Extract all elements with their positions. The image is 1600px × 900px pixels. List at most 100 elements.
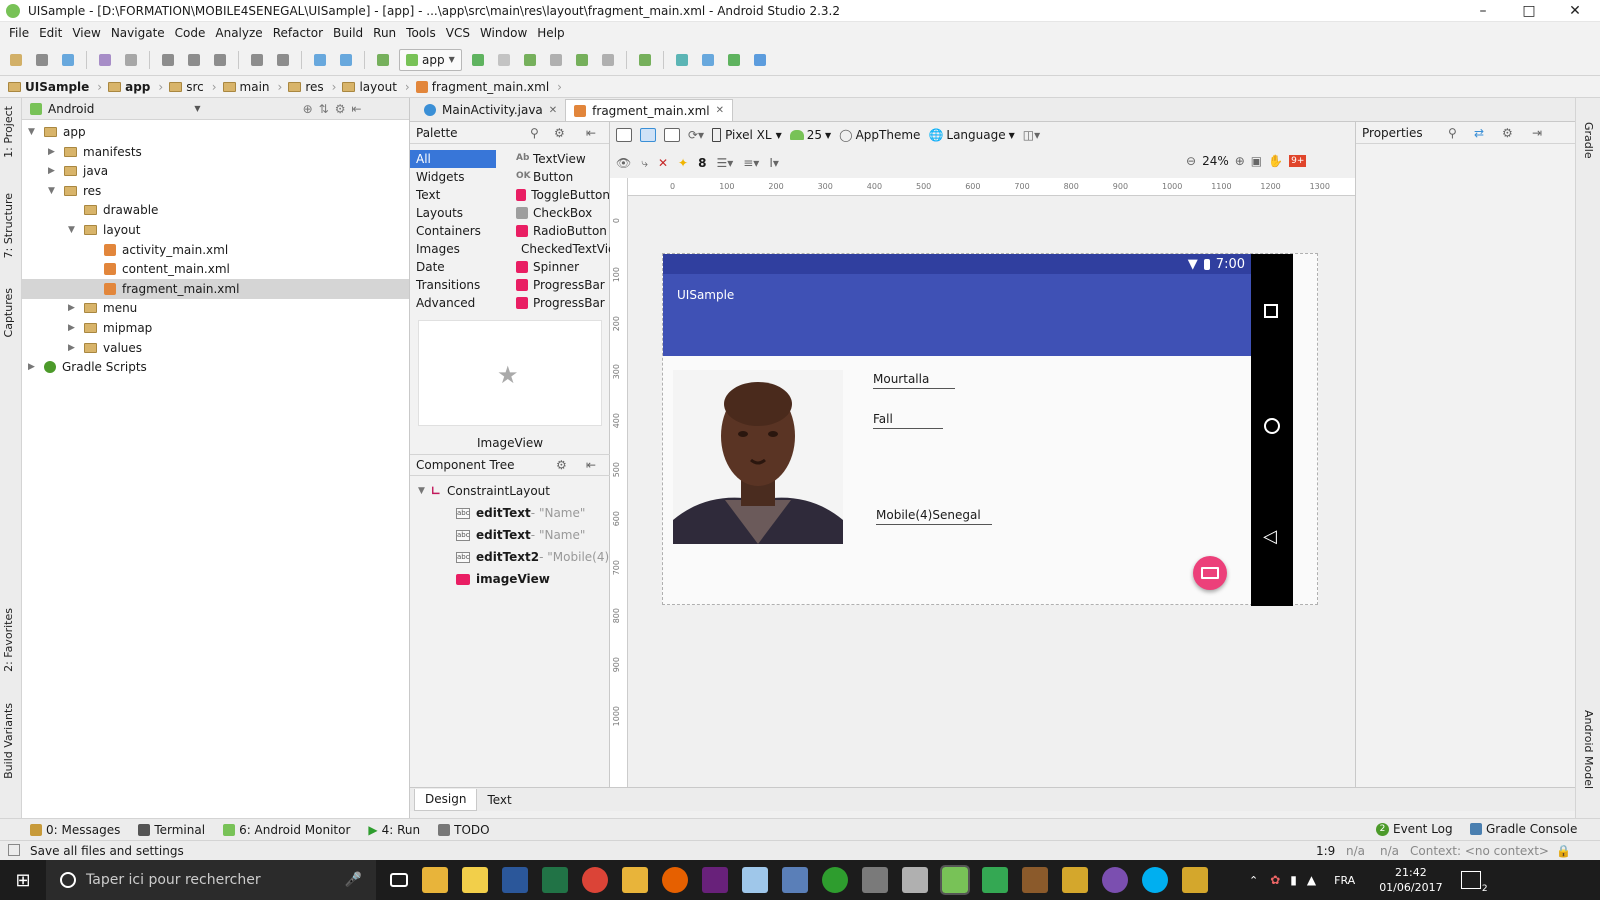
palette-item-button[interactable]: OK Button [510,168,610,186]
both-views-icon[interactable] [664,128,680,142]
autoconnect-icon[interactable]: ⤷ [641,156,648,171]
tree-item-values[interactable]: ▶ values [22,338,409,358]
chevron-down-icon[interactable]: ▼ [194,104,200,113]
copy-icon[interactable] [184,50,204,70]
collapsed-arrow-icon[interactable]: ▶ [68,303,78,313]
microphone-icon[interactable]: 🎤 [345,872,362,888]
collapsed-arrow-icon[interactable]: ▶ [68,343,78,353]
messages-tool[interactable]: 0: Messages [30,823,120,837]
floating-action-button[interactable] [1193,556,1227,590]
scroll-from-source-icon[interactable]: ⊕ [303,102,313,116]
crumb-layout[interactable]: layout › [342,80,415,94]
tree-node-edittext[interactable]: abc editText - "Name" [410,524,610,546]
replace-icon[interactable] [273,50,293,70]
caret-position[interactable]: 1:9 [1316,844,1335,858]
collapse-all-icon[interactable]: ⇅ [319,102,329,116]
crumb-uisample[interactable]: UISample › [8,80,108,94]
windows-start-icon[interactable]: ⊞ [0,870,46,891]
cut-icon[interactable] [158,50,178,70]
app-purple-icon[interactable] [1102,867,1128,893]
menu-tools[interactable]: Tools [401,26,441,40]
sticky-notes-icon[interactable] [462,867,488,893]
battery-tray-icon[interactable]: ▮ [1290,873,1297,887]
project-view-selector[interactable]: Android [48,102,94,116]
app-green-icon[interactable] [822,867,848,893]
tree-item-manifests[interactable]: ▶ manifests [22,142,409,162]
settings-gear-icon[interactable]: ⚙ [554,126,565,140]
palette-category-all[interactable]: All [410,150,496,168]
run-tool[interactable]: ▶ 4: Run [368,823,420,837]
minimize-button[interactable]: – [1460,0,1506,22]
attach-debugger-icon[interactable] [572,50,592,70]
palette-item-progressbar[interactable]: ProgressBar [510,294,610,312]
infer-constraints-icon[interactable]: ✦ [678,156,688,170]
menu-build[interactable]: Build [328,26,368,40]
tree-item-gradle-scripts[interactable]: ▶ Gradle Scripts [22,357,409,377]
warnings-badge[interactable]: 9+ [1289,155,1307,167]
line-separator[interactable]: n/a [1346,844,1365,858]
palette-category-text[interactable]: Text [410,186,505,204]
expand-arrow-icon[interactable]: ▼ [418,486,425,496]
make-project-icon[interactable] [373,50,393,70]
guidelines-icon[interactable]: I▾ [769,156,779,170]
palette-item-progressbar[interactable]: ProgressBar [510,276,610,294]
app-git-icon[interactable] [1182,867,1208,893]
crumb-fragment-main[interactable]: fragment_main.xml › [415,80,568,94]
hide-panel-icon[interactable]: ⇤ [351,102,361,116]
palette-item-togglebutton[interactable]: ToggleButton [510,186,610,204]
gradle-tool-tab[interactable]: Gradle [1582,122,1595,159]
run-icon[interactable] [468,50,488,70]
menu-view[interactable]: View [67,26,105,40]
captures-tool-tab[interactable]: Captures [2,288,15,337]
back-icon[interactable]: ◁ [1263,526,1277,547]
notepad-icon[interactable] [742,867,768,893]
find-icon[interactable] [247,50,267,70]
hide-panel-icon[interactable]: ⇤ [586,126,596,140]
undo-icon[interactable] [95,50,115,70]
file-explorer-icon[interactable] [422,867,448,893]
crumb-app[interactable]: app › [108,80,169,94]
menu-file[interactable]: File [4,26,34,40]
menu-help[interactable]: Help [532,26,569,40]
palette-category-layouts[interactable]: Layouts [410,204,505,222]
palette-item-radiobutton[interactable]: RadioButton [510,222,610,240]
search-icon[interactable]: ⚲ [530,126,539,140]
blueprint-view-icon[interactable] [640,128,656,142]
tree-item-mipmap[interactable]: ▶ mipmap [22,318,409,338]
palette-item-textview[interactable]: Ab TextView [510,150,610,168]
tree-node-constraintlayout[interactable]: ▼ ∟ ConstraintLayout [410,480,610,502]
run-configuration-dropdown[interactable]: app ▼ [399,48,462,71]
tree-item-layout[interactable]: ▼ layout [22,220,409,240]
settings-gear-icon[interactable]: ⚙ [335,102,346,116]
expanded-arrow-icon[interactable]: ▼ [28,127,38,137]
palette-category-containers[interactable]: Containers [410,222,505,240]
menu-analyze[interactable]: Analyze [210,26,267,40]
structure-tool-tab[interactable]: 7: Structure [2,193,15,258]
menu-vcs[interactable]: VCS [441,26,475,40]
gradle-console-tool[interactable]: Gradle Console [1470,822,1577,836]
forward-icon[interactable] [336,50,356,70]
tab-design[interactable]: Design [414,788,478,811]
tray-up-icon[interactable]: ⌃ [1249,874,1258,887]
maximize-button[interactable]: □ [1506,0,1552,22]
collapsed-arrow-icon[interactable]: ▶ [28,362,38,372]
avd-manager-icon[interactable] [635,50,655,70]
lock-icon[interactable]: 🔒 [1556,844,1571,858]
tab-mainactivity-java[interactable]: MainActivity.java ✕ [416,99,565,121]
tree-item-fragment-main-xml[interactable]: fragment_main.xml [22,278,409,299]
apply-changes-icon[interactable] [494,50,514,70]
first-name-field[interactable]: Mourtalla [873,372,955,389]
redo-icon[interactable] [121,50,141,70]
tree-node-edittext2[interactable]: abc editText2 - "Mobile(4)Senegal" [410,546,610,568]
zoom-to-fit-icon[interactable]: ▣ [1251,154,1262,168]
close-button[interactable]: ✕ [1552,0,1598,22]
android-studio-taskbar-icon[interactable] [940,865,970,895]
skype-icon[interactable] [1142,867,1168,893]
tree-item-java[interactable]: ▶ java [22,161,409,181]
device-selector[interactable]: Pixel XL ▼ [712,128,782,142]
app-diamond-icon[interactable] [1062,867,1088,893]
tray-network-icon[interactable]: ✿ [1270,873,1280,887]
palette-item-spinner[interactable]: Spinner [510,258,610,276]
folder-icon[interactable] [622,867,648,893]
settings-gear-icon[interactable]: ⚙ [556,458,567,472]
